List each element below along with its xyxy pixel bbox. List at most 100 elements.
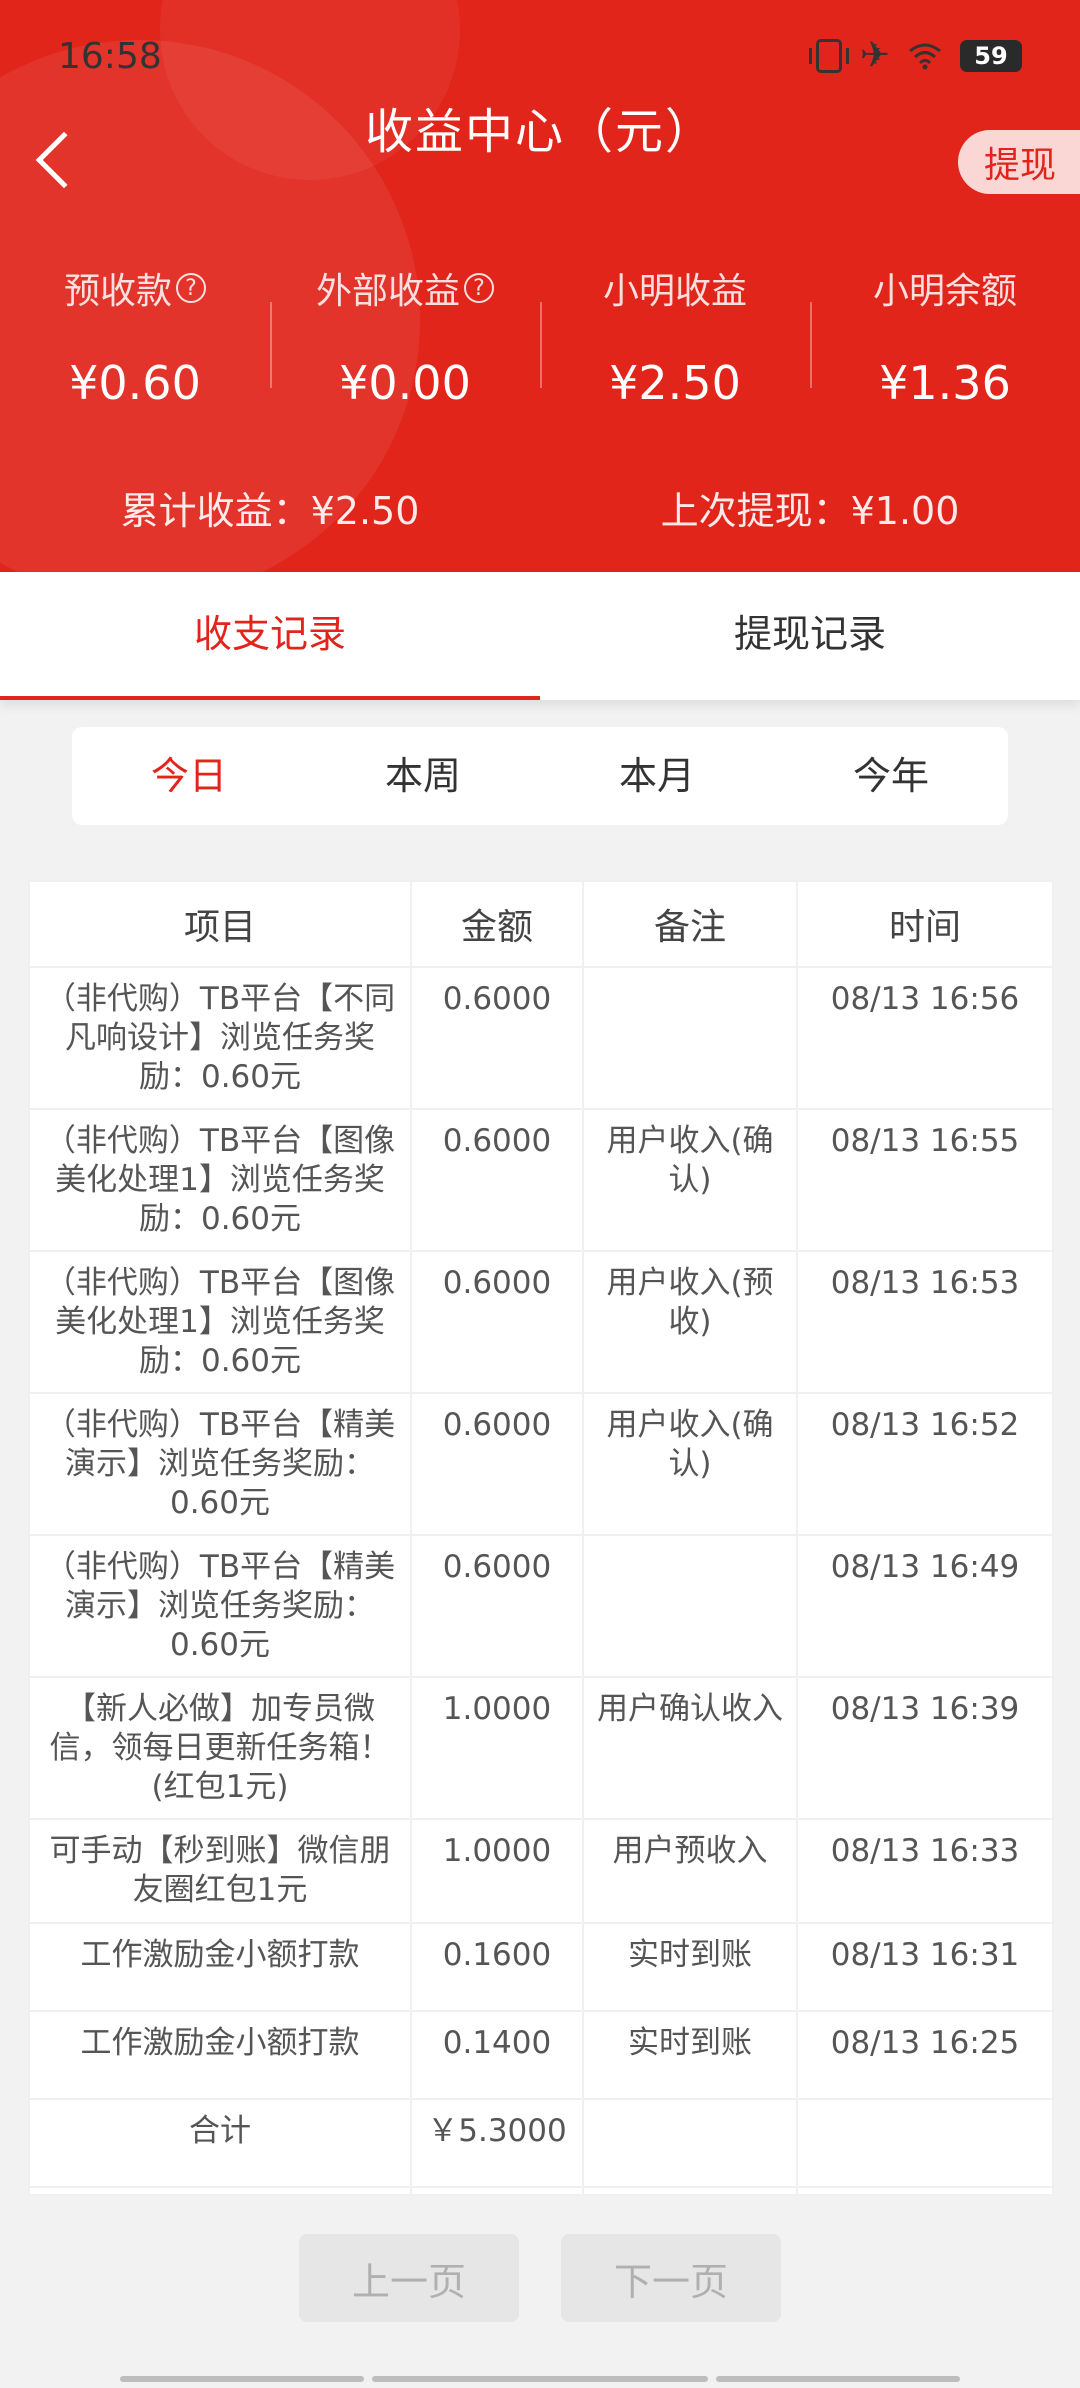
table-row: （非代购）TB平台【图像美化处理1】浏览任务奖励：0.60元 0.6000 用户… bbox=[28, 1108, 1054, 1252]
cell-item: （非代购）TB平台【不同凡响设计】浏览任务奖励：0.60元 bbox=[28, 966, 412, 1110]
prev-page-button[interactable]: 上一页 bbox=[299, 2234, 519, 2322]
total-note-empty bbox=[582, 2098, 798, 2188]
last-withdrawal-value: ¥1.00 bbox=[850, 489, 960, 533]
last-withdrawal: 上次提现：¥1.00 bbox=[540, 480, 1080, 535]
header-note: 备注 bbox=[582, 880, 798, 968]
scroll-indicator bbox=[716, 2376, 960, 2382]
cell-amount: 0.1600 bbox=[410, 1922, 584, 2012]
cell-time: 08/13 16:52 bbox=[796, 1392, 1054, 1536]
summary-row: 累计收益：¥2.50 上次提现：¥1.00 bbox=[0, 480, 1080, 535]
page-title: 收益中心（元） bbox=[364, 104, 715, 160]
period-this-month[interactable]: 本月 bbox=[540, 727, 774, 825]
cell-note: 用户收入(预收) bbox=[582, 1250, 798, 1394]
cell-amount: 0.6000 bbox=[410, 1534, 584, 1678]
stat-value: ¥2.50 bbox=[609, 356, 741, 410]
scroll-indicator bbox=[372, 2376, 708, 2382]
total-time-empty bbox=[796, 2098, 1054, 2188]
header-amount: 金额 bbox=[410, 880, 584, 968]
table-header-row: 项目 金额 备注 时间 bbox=[28, 880, 1054, 968]
cell-item: （非代购）TB平台【精美演示】浏览任务奖励：0.60元 bbox=[28, 1534, 412, 1678]
cell-amount: 1.0000 bbox=[410, 1818, 584, 1924]
table-row: （非代购）TB平台【图像美化处理1】浏览任务奖励：0.60元 0.6000 用户… bbox=[28, 1250, 1054, 1394]
cell-amount: 1.0000 bbox=[410, 1676, 584, 1820]
stat-label: 小明余额 bbox=[872, 271, 1017, 312]
cell-item: 可手动【秒到账】微信朋友圈红包1元 bbox=[28, 1818, 412, 1924]
table-row: （非代购）TB平台【不同凡响设计】浏览任务奖励：0.60元 0.6000 08/… bbox=[28, 966, 1054, 1110]
cell-item: 【新人必做】加专员微信，领每日更新任务箱！(红包1元) bbox=[28, 1676, 412, 1820]
table-row: （非代购）TB平台【精美演示】浏览任务奖励：0.60元 0.6000 08/13… bbox=[28, 1534, 1054, 1678]
last-withdrawal-label: 上次提现： bbox=[660, 489, 851, 533]
cell-amount: 0.6000 bbox=[410, 966, 584, 1110]
stat-external-income: 外部收益 ? ¥0.00 bbox=[270, 262, 540, 412]
cell-time: 08/13 16:49 bbox=[796, 1534, 1054, 1678]
cell-time: 08/13 16:31 bbox=[796, 1922, 1054, 2012]
earnings-header: 16:58 ✈ 59 收益中心（元） 提现 预收款 ? ¥0.60 外部收益 ?… bbox=[0, 0, 1080, 572]
table-row: （非代购）TB平台【精美演示】浏览任务奖励：0.60元 0.6000 用户收入(… bbox=[28, 1392, 1054, 1536]
status-time: 16:58 bbox=[58, 36, 162, 77]
vibrate-icon bbox=[808, 39, 849, 73]
stat-value: ¥0.00 bbox=[339, 356, 471, 410]
stats-row: 预收款 ? ¥0.60 外部收益 ? ¥0.00 小明收益 ¥2.50 小明余额… bbox=[0, 262, 1080, 412]
total-label: 合计 bbox=[28, 2098, 412, 2188]
table-row: 工作激励金小额打款 0.1600 实时到账 08/13 16:31 bbox=[28, 1922, 1054, 2012]
cell-time: 08/13 16:25 bbox=[796, 2010, 1054, 2100]
cell-time: 08/13 16:55 bbox=[796, 1108, 1054, 1252]
cell-amount: 0.1400 bbox=[410, 2010, 584, 2100]
stat-pre-receipt: 预收款 ? ¥0.60 bbox=[0, 262, 270, 412]
stat-xiaoming-income: 小明收益 ¥2.50 bbox=[540, 262, 810, 412]
help-icon[interactable]: ? bbox=[464, 273, 494, 303]
tab-income-expense[interactable]: 收支记录 bbox=[0, 572, 540, 700]
cell-item: （非代购）TB平台【图像美化处理1】浏览任务奖励：0.60元 bbox=[28, 1108, 412, 1252]
stat-label: 外部收益 bbox=[315, 271, 460, 312]
period-selector: 今日 本周 本月 今年 bbox=[72, 727, 1008, 825]
status-icons: ✈ 59 bbox=[808, 35, 1022, 76]
cell-note: 用户收入(确认) bbox=[582, 1392, 798, 1536]
cell-note: 用户预收入 bbox=[582, 1818, 798, 1924]
tab-withdrawal-records[interactable]: 提现记录 bbox=[540, 572, 1080, 700]
period-this-week[interactable]: 本周 bbox=[306, 727, 540, 825]
wifi-icon bbox=[909, 43, 941, 70]
stat-value: ¥1.36 bbox=[879, 356, 1011, 410]
stat-xiaoming-balance: 小明余额 ¥1.36 bbox=[810, 262, 1080, 412]
total-earnings-label: 累计收益： bbox=[120, 489, 311, 533]
table-row: 可手动【秒到账】微信朋友圈红包1元 1.0000 用户预收入 08/13 16:… bbox=[28, 1818, 1054, 1924]
total-earnings: 累计收益：¥2.50 bbox=[0, 480, 540, 535]
airplane-mode-icon: ✈ bbox=[859, 35, 890, 76]
cell-note bbox=[582, 966, 798, 1110]
record-tabs: 收支记录 提现记录 bbox=[0, 572, 1080, 700]
cell-item: （非代购）TB平台【图像美化处理1】浏览任务奖励：0.60元 bbox=[28, 1250, 412, 1394]
cell-amount: 0.6000 bbox=[410, 1392, 584, 1536]
cell-item: （非代购）TB平台【精美演示】浏览任务奖励：0.60元 bbox=[28, 1392, 412, 1536]
stat-label: 小明收益 bbox=[602, 271, 747, 312]
records-table: 项目 金额 备注 时间 （非代购）TB平台【不同凡响设计】浏览任务奖励：0.60… bbox=[28, 880, 1054, 2196]
cell-note: 实时到账 bbox=[582, 2010, 798, 2100]
next-page-button[interactable]: 下一页 bbox=[561, 2234, 781, 2322]
cell-note: 实时到账 bbox=[582, 1922, 798, 2012]
stat-value: ¥0.60 bbox=[69, 356, 201, 410]
total-amount: ￥5.3000 bbox=[410, 2098, 584, 2188]
cell-note: 用户收入(确认) bbox=[582, 1108, 798, 1252]
table-spacer-row bbox=[28, 2186, 1054, 2196]
header-time: 时间 bbox=[796, 880, 1054, 968]
cell-time: 08/13 16:39 bbox=[796, 1676, 1054, 1820]
cell-amount: 0.6000 bbox=[410, 1250, 584, 1394]
period-today[interactable]: 今日 bbox=[72, 727, 306, 825]
cell-note bbox=[582, 1534, 798, 1678]
cell-item: 工作激励金小额打款 bbox=[28, 2010, 412, 2100]
help-icon[interactable]: ? bbox=[176, 273, 206, 303]
header-item: 项目 bbox=[28, 880, 412, 968]
table-row: 工作激励金小额打款 0.1400 实时到账 08/13 16:25 bbox=[28, 2010, 1054, 2100]
cell-time: 08/13 16:53 bbox=[796, 1250, 1054, 1394]
total-earnings-value: ¥2.50 bbox=[310, 489, 420, 533]
table-row: 【新人必做】加专员微信，领每日更新任务箱！(红包1元) 1.0000 用户确认收… bbox=[28, 1676, 1054, 1820]
cell-note: 用户确认收入 bbox=[582, 1676, 798, 1820]
pagination: 上一页 下一页 bbox=[0, 2234, 1080, 2322]
cell-time: 08/13 16:33 bbox=[796, 1818, 1054, 1924]
scroll-indicator bbox=[120, 2376, 364, 2382]
battery-indicator: 59 bbox=[960, 40, 1022, 72]
cell-item: 工作激励金小额打款 bbox=[28, 1922, 412, 2012]
period-this-year[interactable]: 今年 bbox=[774, 727, 1008, 825]
stat-label: 预收款 bbox=[63, 271, 172, 312]
cell-amount: 0.6000 bbox=[410, 1108, 584, 1252]
withdraw-button[interactable]: 提现 bbox=[957, 130, 1080, 194]
